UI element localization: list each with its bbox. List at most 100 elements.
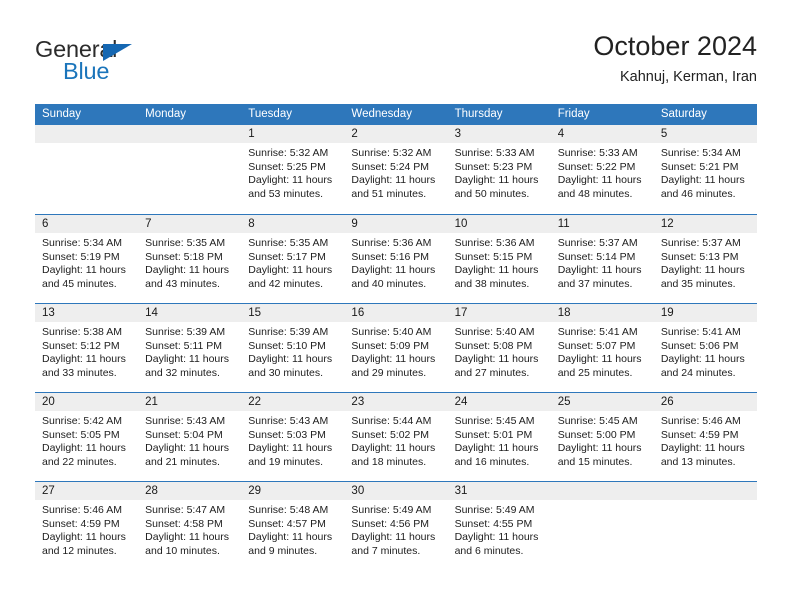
day-details: Sunrise: 5:45 AM Sunset: 5:01 PM Daylight:… [448,411,551,469]
sunset-text: Sunset: 4:57 PM [248,517,326,530]
sunset-text: Sunset: 5:00 PM [557,428,636,441]
day-cell[interactable]: 26 Sunrise: 5:46 AM Sunset: 4:59 PM Dayligh… [653,393,757,481]
day-details: Sunrise: 5:37 AM Sunset: 5:14 PM Daylight:… [551,233,654,291]
sunrise-text: Sunrise: 5:36 AM [454,237,535,249]
day-number: 13 [35,304,139,322]
daylight-text: Daylight: 11 hours and 13 minutes. [660,442,745,468]
daylight-text: Daylight: 11 hours and 48 minutes. [557,174,642,200]
sunset-text: Sunset: 5:01 PM [454,428,533,441]
day-number: 10 [447,215,551,233]
daylight-text: Daylight: 11 hours and 19 minutes. [248,442,333,468]
calendar-page: General Blue October 2024 Kahnuj, Kerman… [0,0,792,612]
day-cell[interactable]: 16 Sunrise: 5:40 AM Sunset: 5:09 PM Dayligh… [344,304,448,392]
day-cell[interactable]: 21 Sunrise: 5:43 AM Sunset: 5:04 PM Dayligh… [138,393,242,481]
day-cell[interactable]: 4 Sunrise: 5:33 AM Sunset: 5:22 PM Daylight… [550,125,654,214]
day-cell[interactable]: 13 Sunrise: 5:38 AM Sunset: 5:12 PM Dayligh… [35,304,139,392]
day-details: Sunrise: 5:42 AM Sunset: 5:05 PM Daylight:… [35,411,138,469]
daylight-text: Daylight: 11 hours and 37 minutes. [557,264,642,290]
daylight-text: Daylight: 11 hours and 40 minutes. [351,264,436,290]
sunset-text: Sunset: 5:11 PM [145,339,222,352]
day-number: 29 [241,482,345,500]
day-cell[interactable]: 12 Sunrise: 5:37 AM Sunset: 5:13 PM Dayligh… [653,215,757,303]
day-cell[interactable]: 23 Sunrise: 5:44 AM Sunset: 5:02 PM Dayligh… [344,393,448,481]
sunrise-text: Sunrise: 5:48 AM [248,504,329,516]
day-details: Sunrise: 5:47 AM Sunset: 4:58 PM Daylight:… [138,500,241,558]
day-number [35,125,139,143]
sunset-text: Sunset: 5:07 PM [557,339,636,352]
day-cell[interactable]: 17 Sunrise: 5:40 AM Sunset: 5:08 PM Dayligh… [447,304,551,392]
day-cell[interactable]: 5 Sunrise: 5:34 AM Sunset: 5:21 PM Daylight… [653,125,757,214]
sunrise-text: Sunrise: 5:37 AM [660,237,741,249]
day-cell[interactable]: 10 Sunrise: 5:36 AM Sunset: 5:15 PM Dayligh… [447,215,551,303]
day-cell[interactable]: 22 Sunrise: 5:43 AM Sunset: 5:03 PM Dayligh… [241,393,345,481]
sunset-text: Sunset: 4:58 PM [145,517,223,530]
day-number: 21 [138,393,242,411]
day-cell[interactable]: 27 Sunrise: 5:46 AM Sunset: 4:59 PM Dayligh… [35,482,139,570]
day-cell[interactable]: 30 Sunrise: 5:49 AM Sunset: 4:56 PM Dayligh… [344,482,448,570]
daylight-text: Daylight: 11 hours and 53 minutes. [248,174,333,200]
sunrise-text: Sunrise: 5:34 AM [660,147,741,159]
week-row: 27 Sunrise: 5:46 AM Sunset: 4:59 PM Dayligh… [35,481,757,570]
daylight-text: Daylight: 11 hours and 24 minutes. [660,353,745,379]
day-cell-empty [653,482,757,570]
day-details: Sunrise: 5:38 AM Sunset: 5:12 PM Daylight:… [35,322,138,380]
sunset-text: Sunset: 5:10 PM [248,339,326,352]
day-cell[interactable]: 6 Sunrise: 5:34 AM Sunset: 5:19 PM Daylight… [35,215,139,303]
day-details: Sunrise: 5:39 AM Sunset: 5:11 PM Daylight:… [138,322,241,380]
sunset-text: Sunset: 5:14 PM [557,250,636,263]
day-number: 19 [653,304,757,322]
day-number [550,482,654,500]
day-number: 25 [550,393,654,411]
daylight-text: Daylight: 11 hours and 27 minutes. [454,353,539,379]
daylight-text: Daylight: 11 hours and 18 minutes. [351,442,436,468]
sunset-text: Sunset: 5:21 PM [660,160,739,173]
day-number: 26 [653,393,757,411]
sunset-text: Sunset: 5:18 PM [145,250,223,263]
daylight-text: Daylight: 11 hours and 43 minutes. [145,264,229,290]
day-cell[interactable]: 15 Sunrise: 5:39 AM Sunset: 5:10 PM Dayligh… [241,304,345,392]
day-cell[interactable]: 20 Sunrise: 5:42 AM Sunset: 5:05 PM Dayligh… [35,393,139,481]
daylight-text: Daylight: 11 hours and 10 minutes. [145,531,229,557]
day-cell[interactable]: 7 Sunrise: 5:35 AM Sunset: 5:18 PM Daylight… [138,215,242,303]
sunrise-text: Sunrise: 5:44 AM [351,415,432,427]
day-cell[interactable]: 25 Sunrise: 5:45 AM Sunset: 5:00 PM Dayligh… [550,393,654,481]
day-number: 22 [241,393,345,411]
day-cell[interactable]: 29 Sunrise: 5:48 AM Sunset: 4:57 PM Dayligh… [241,482,345,570]
daylight-text: Daylight: 11 hours and 29 minutes. [351,353,436,379]
day-cell[interactable]: 19 Sunrise: 5:41 AM Sunset: 5:06 PM Dayligh… [653,304,757,392]
sunrise-text: Sunrise: 5:35 AM [248,237,329,249]
sunrise-text: Sunrise: 5:35 AM [145,237,226,249]
sunrise-text: Sunrise: 5:39 AM [145,326,226,338]
sunrise-text: Sunrise: 5:39 AM [248,326,329,338]
sunrise-text: Sunrise: 5:42 AM [42,415,122,427]
sunset-text: Sunset: 5:24 PM [351,160,430,173]
day-cell[interactable]: 24 Sunrise: 5:45 AM Sunset: 5:01 PM Dayligh… [447,393,551,481]
sunrise-text: Sunrise: 5:32 AM [351,147,432,159]
day-cell[interactable]: 8 Sunrise: 5:35 AM Sunset: 5:17 PM Daylight… [241,215,345,303]
day-cell-empty [35,125,139,214]
sunset-text: Sunset: 4:59 PM [660,428,739,441]
day-details: Sunrise: 5:37 AM Sunset: 5:13 PM Daylight:… [654,233,757,291]
day-details: Sunrise: 5:40 AM Sunset: 5:09 PM Daylight:… [344,322,447,380]
day-details: Sunrise: 5:36 AM Sunset: 5:16 PM Daylight:… [344,233,447,291]
weekday-header-sunday: Sunday [42,108,82,120]
day-details: Sunrise: 5:46 AM Sunset: 4:59 PM Daylight:… [35,500,138,558]
daylight-text: Daylight: 11 hours and 38 minutes. [454,264,539,290]
day-cell[interactable]: 9 Sunrise: 5:36 AM Sunset: 5:16 PM Daylight… [344,215,448,303]
day-cell[interactable]: 14 Sunrise: 5:39 AM Sunset: 5:11 PM Dayligh… [138,304,242,392]
daylight-text: Daylight: 11 hours and 42 minutes. [248,264,333,290]
day-cell[interactable]: 31 Sunrise: 5:49 AM Sunset: 4:55 PM Dayligh… [447,482,551,570]
day-details: Sunrise: 5:32 AM Sunset: 5:24 PM Daylight:… [344,143,447,201]
day-details: Sunrise: 5:41 AM Sunset: 5:07 PM Daylight:… [551,322,654,380]
general-blue-logo: General Blue [35,36,235,88]
sunset-text: Sunset: 5:17 PM [248,250,326,263]
day-number: 16 [344,304,448,322]
day-cell[interactable]: 3 Sunrise: 5:33 AM Sunset: 5:23 PM Daylight… [447,125,551,214]
day-cell[interactable]: 18 Sunrise: 5:41 AM Sunset: 5:07 PM Dayligh… [550,304,654,392]
day-cell[interactable]: 11 Sunrise: 5:37 AM Sunset: 5:14 PM Dayligh… [550,215,654,303]
day-cell[interactable]: 28 Sunrise: 5:47 AM Sunset: 4:58 PM Dayligh… [138,482,242,570]
day-cell[interactable]: 1 Sunrise: 5:32 AM Sunset: 5:25 PM Daylight… [241,125,345,214]
sunset-text: Sunset: 5:02 PM [351,428,430,441]
day-number: 17 [447,304,551,322]
day-cell[interactable]: 2 Sunrise: 5:32 AM Sunset: 5:24 PM Daylight… [344,125,448,214]
